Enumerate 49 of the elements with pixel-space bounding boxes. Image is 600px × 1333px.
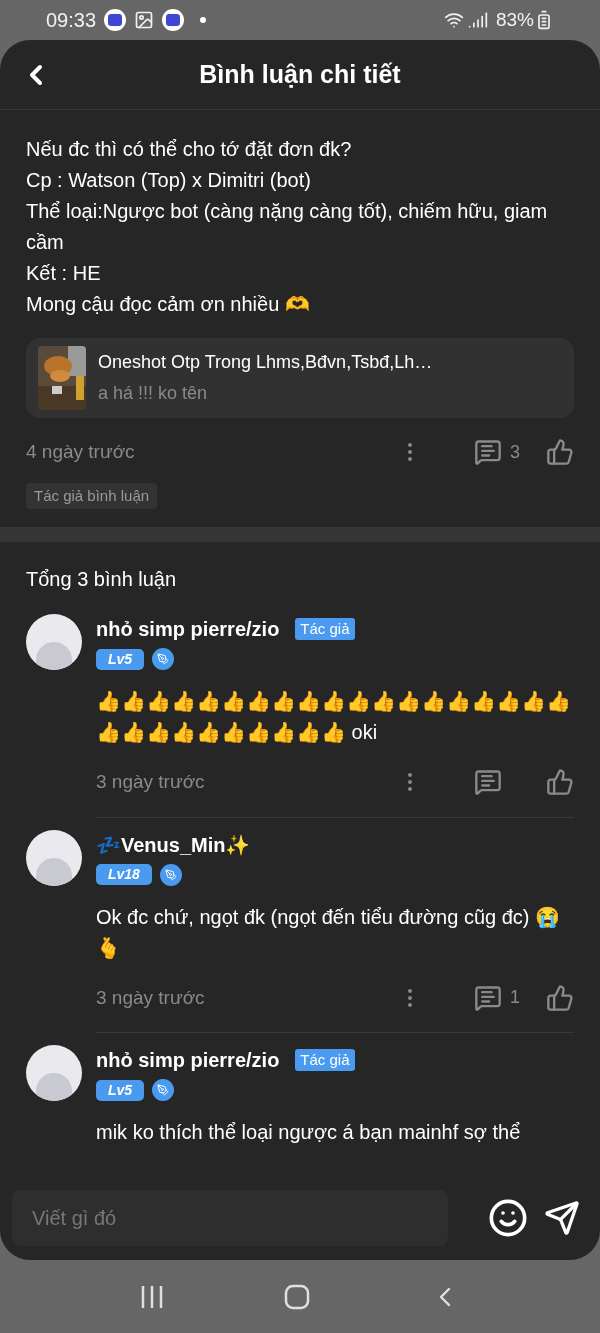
signal-icon bbox=[467, 10, 488, 30]
page-title: Bình luận chi tiết bbox=[199, 58, 401, 90]
reply-count: 1 bbox=[510, 986, 520, 1010]
comment-text: 👍👍👍👍👍👍👍👍👍👍👍👍👍👍👍👍👍👍👍👍👍👍👍👍👍👍👍👍👍 oki bbox=[96, 689, 572, 745]
send-icon[interactable] bbox=[544, 1200, 580, 1236]
comment-text: Kết : HE bbox=[26, 261, 102, 286]
timestamp: 4 ngày trước bbox=[26, 440, 136, 464]
username[interactable]: 💤Venus_Min✨ bbox=[96, 829, 251, 860]
author-badge: Tác giả bbox=[295, 617, 355, 641]
story-author: a há !!! ko tên bbox=[98, 382, 209, 405]
comment-text: mik ko thích thể loại ngược á bạn mainhf sợ thể bbox=[96, 1120, 522, 1145]
author-tag: Tác giả bình luận bbox=[26, 482, 158, 509]
level-badge: Lv5 bbox=[96, 1079, 145, 1101]
avatar[interactable] bbox=[26, 614, 82, 670]
pen-badge-icon bbox=[152, 1079, 175, 1101]
username[interactable]: nhỏ simp pierre/zio bbox=[96, 1045, 280, 1075]
battery-level: 83% bbox=[495, 7, 534, 32]
reply-icon[interactable] bbox=[474, 768, 502, 797]
home-icon[interactable] bbox=[284, 1283, 310, 1310]
timestamp: 3 ngày trước bbox=[96, 985, 206, 1010]
like-icon[interactable] bbox=[546, 438, 574, 467]
like-icon[interactable] bbox=[546, 768, 574, 797]
pen-badge-icon bbox=[152, 648, 175, 670]
level-badge: Lv5 bbox=[96, 648, 145, 670]
emoji-icon[interactable] bbox=[488, 1198, 528, 1238]
username[interactable]: nhỏ simp pierre/zio bbox=[96, 614, 280, 644]
comment-text: Nếu đc thì có thể cho tớ đặt đơn đk? bbox=[26, 137, 353, 162]
app-notification-icon bbox=[104, 9, 127, 31]
reply-icon[interactable] bbox=[474, 438, 502, 467]
comment-text: Cp : Watson (Top) x Dimitri (bot) bbox=[26, 168, 312, 193]
comment-text: Mong cậu đọc cảm ơn nhiều 🫶 bbox=[26, 292, 311, 317]
reply-icon[interactable] bbox=[474, 983, 502, 1012]
story-title: Oneshot Otp Trong Lhms,Bđvn,Tsbđ,Lh… bbox=[98, 351, 433, 374]
timestamp: 3 ngày trước bbox=[96, 770, 206, 794]
level-badge: Lv18 bbox=[96, 864, 152, 885]
comment-text: Ok đc chứ, ngọt đk (ngọt đến tiểu đường cũg đc) 😭🫰 bbox=[96, 904, 562, 961]
like-icon[interactable] bbox=[546, 983, 574, 1012]
avatar[interactable] bbox=[26, 1045, 82, 1101]
section-heading: Tổng 3 bình luận bbox=[25, 567, 178, 592]
comment-input[interactable]: Viết gì đó bbox=[12, 1190, 448, 1246]
clock: 09:33 bbox=[46, 8, 97, 33]
author-badge: Tác giả bbox=[295, 1048, 355, 1072]
pen-badge-icon bbox=[159, 863, 182, 886]
comment-text: Thể loại:Ngược bot (càng nặng càng tốt), chiếm hữu, giam cầm bbox=[26, 199, 549, 255]
linked-story-card[interactable]: Oneshot Otp Trong Lhms,Bđvn,Tsbđ,Lh… a há !!! ko tên bbox=[26, 338, 574, 418]
app-notification-icon bbox=[162, 9, 185, 31]
reply-count: 3 bbox=[510, 440, 520, 464]
wifi-icon bbox=[443, 10, 464, 30]
image-icon bbox=[134, 10, 155, 30]
